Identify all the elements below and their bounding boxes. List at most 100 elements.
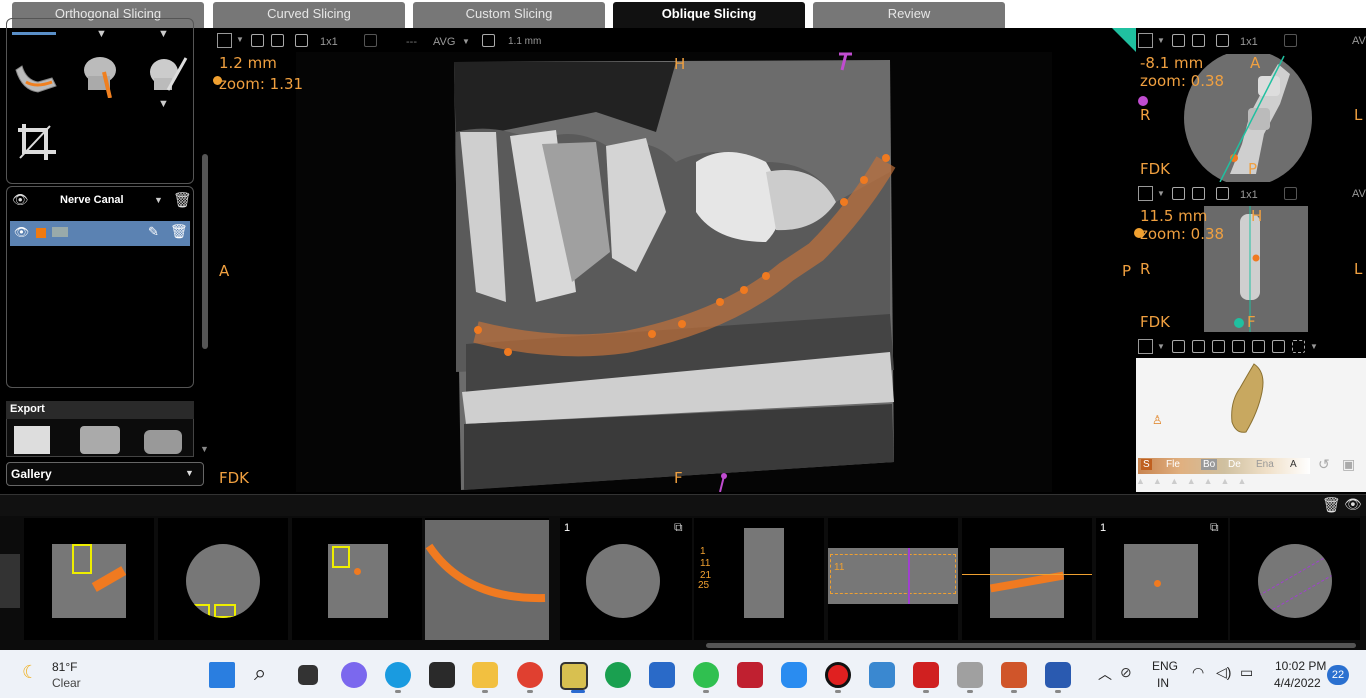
wifi-icon[interactable]: ◠ — [1192, 664, 1204, 681]
cube-side-icon[interactable] — [1252, 340, 1265, 353]
photos-icon[interactable] — [869, 662, 895, 688]
camera-view-icon[interactable] — [1192, 340, 1205, 353]
preset-item[interactable]: De — [1228, 459, 1241, 470]
dental-app-icon[interactable] — [560, 662, 588, 690]
volume-icon[interactable]: ◁) — [1216, 664, 1231, 681]
expand-icon[interactable] — [271, 34, 284, 47]
jaw-tool-icon[interactable] — [12, 56, 62, 100]
crop-icon[interactable] — [14, 120, 64, 164]
red-app-icon[interactable] — [737, 662, 763, 688]
chevron-down-icon[interactable]: ▼ — [158, 28, 169, 40]
layout-label[interactable]: 1x1 — [1240, 36, 1258, 48]
gallery-thumbnail[interactable] — [425, 518, 549, 640]
coronal-handle-icon[interactable] — [1234, 318, 1244, 328]
tab-curved-slicing[interactable]: Curved Slicing — [213, 2, 405, 28]
chat-icon[interactable] — [341, 662, 367, 688]
chevron-down-icon[interactable]: ▼ — [200, 444, 209, 454]
gallery-scroll-left[interactable] — [0, 554, 20, 608]
eye-icon[interactable]: 👁 — [12, 192, 29, 208]
left-handle-icon[interactable] — [213, 76, 222, 85]
word-icon[interactable] — [1045, 662, 1071, 688]
language-bottom[interactable]: IN — [1157, 676, 1169, 690]
gallery-thumbnail[interactable] — [292, 518, 422, 640]
clock-date[interactable]: 4/4/2022 — [1274, 676, 1321, 690]
avg-mode-label[interactable]: AVG — [433, 36, 455, 48]
preset-item[interactable]: A — [1290, 459, 1297, 470]
preset-item[interactable]: Fle — [1166, 459, 1180, 470]
weather-desc[interactable]: Clear — [52, 676, 81, 690]
acrobat-icon[interactable] — [913, 662, 939, 688]
coronal-handle-icon[interactable] — [1134, 228, 1144, 238]
expand-icon[interactable] — [1192, 187, 1205, 200]
left-panel-scrollbar[interactable] — [202, 154, 208, 349]
link-icon[interactable] — [1284, 187, 1297, 200]
cube-front-icon[interactable] — [1212, 340, 1225, 353]
printer-icon[interactable] — [80, 426, 120, 454]
axial-handle-icon[interactable] — [1138, 96, 1148, 106]
orientation-figure-icon[interactable]: ♙ — [1152, 413, 1163, 427]
fit-icon[interactable] — [1172, 340, 1185, 353]
save-icon[interactable] — [1138, 33, 1153, 48]
chevron-down-icon[interactable]: ▼ — [158, 98, 169, 110]
trash-icon[interactable]: 🗑 — [173, 191, 192, 209]
gallery-thumbnail[interactable] — [962, 518, 1092, 640]
chevron-up-icon[interactable]: ︿ — [1098, 664, 1112, 684]
trash-icon[interactable]: 🗑 — [1322, 496, 1341, 514]
eye-icon[interactable]: 👁 — [14, 225, 29, 239]
nerve-list-item[interactable]: 👁 ✎ 🗑 — [10, 221, 190, 246]
gallery-thumbnail[interactable] — [158, 518, 288, 640]
search-icon[interactable]: ⌕ — [254, 660, 266, 686]
tab-oblique-slicing[interactable]: Oblique Slicing — [613, 2, 805, 28]
save-icon[interactable] — [1138, 339, 1153, 354]
avg-mode-label[interactable]: AV — [1352, 35, 1366, 47]
gallery-scrollbar[interactable] — [706, 643, 1356, 648]
tab-review[interactable]: Review — [813, 2, 1005, 28]
task-view-icon[interactable] — [298, 665, 318, 685]
avg-mode-label[interactable]: AV — [1352, 188, 1366, 200]
skull-tool-icon[interactable] — [78, 54, 128, 99]
nerve-canal-label[interactable]: Nerve Canal — [60, 194, 124, 206]
windows-start-icon[interactable] — [209, 662, 235, 688]
fit-icon[interactable] — [1172, 187, 1185, 200]
gallery-thumbnail[interactable]: 1 ⧉ — [560, 518, 692, 640]
layout-square-icon[interactable] — [1216, 34, 1229, 47]
skull-edit-icon[interactable] — [144, 52, 194, 96]
chevron-down-icon[interactable]: ▼ — [154, 195, 163, 205]
chevron-down-icon[interactable]: ▼ — [1157, 36, 1165, 45]
chevron-down-icon[interactable]: ▼ — [1157, 342, 1165, 351]
cube-multi-icon[interactable] — [1272, 340, 1285, 353]
slab-thickness[interactable]: 1.1 mm — [508, 36, 541, 47]
zoom-icon[interactable] — [781, 662, 807, 688]
preset-slider-markers[interactable]: ▲▲▲▲▲▲▲ — [1136, 476, 1336, 488]
h-handle-icon[interactable] — [836, 52, 856, 74]
oblique-slice-image[interactable] — [296, 52, 1052, 492]
nerve-color-swatch[interactable] — [36, 228, 46, 238]
pencil-icon[interactable]: ✎ — [148, 224, 159, 240]
fit-icon[interactable] — [1172, 34, 1185, 47]
chevron-down-icon[interactable]: ▼ — [1157, 189, 1165, 198]
notification-badge[interactable]: 22 — [1327, 665, 1349, 685]
file-explorer-icon[interactable] — [472, 662, 498, 688]
whatsapp-icon[interactable] — [693, 662, 719, 688]
preset-bar[interactable]: S Fle Bo De Ena A — [1138, 458, 1310, 474]
network-alert-icon[interactable]: ⊘ — [1120, 664, 1132, 681]
trash-icon[interactable]: 🗑 — [170, 223, 188, 240]
weather-temp[interactable]: 81°F — [52, 660, 77, 674]
record-icon[interactable] — [825, 662, 851, 688]
moon-icon[interactable]: ☾ — [22, 662, 38, 683]
chevron-down-icon[interactable]: ▼ — [1310, 342, 1318, 351]
preset-item[interactable]: S — [1141, 459, 1152, 470]
sticky-notes-icon[interactable] — [429, 662, 455, 688]
gallery-dropdown[interactable]: Gallery ▼ — [6, 462, 204, 486]
battery-icon[interactable]: ▭ — [1240, 664, 1253, 681]
tooth-app-icon[interactable] — [957, 662, 983, 688]
gallery-thumbnail[interactable]: 1 ⧉ — [1096, 518, 1228, 640]
layout-square-icon[interactable] — [295, 34, 308, 47]
tab-custom-slicing[interactable]: Custom Slicing — [413, 2, 605, 28]
powerpoint-icon[interactable] — [1001, 662, 1027, 688]
layout-label[interactable]: 1x1 — [1240, 189, 1258, 201]
store-icon[interactable] — [649, 662, 675, 688]
link-icon[interactable] — [1284, 34, 1297, 47]
cube-box-icon[interactable] — [1292, 340, 1305, 353]
edge-browser-icon[interactable] — [385, 662, 411, 688]
